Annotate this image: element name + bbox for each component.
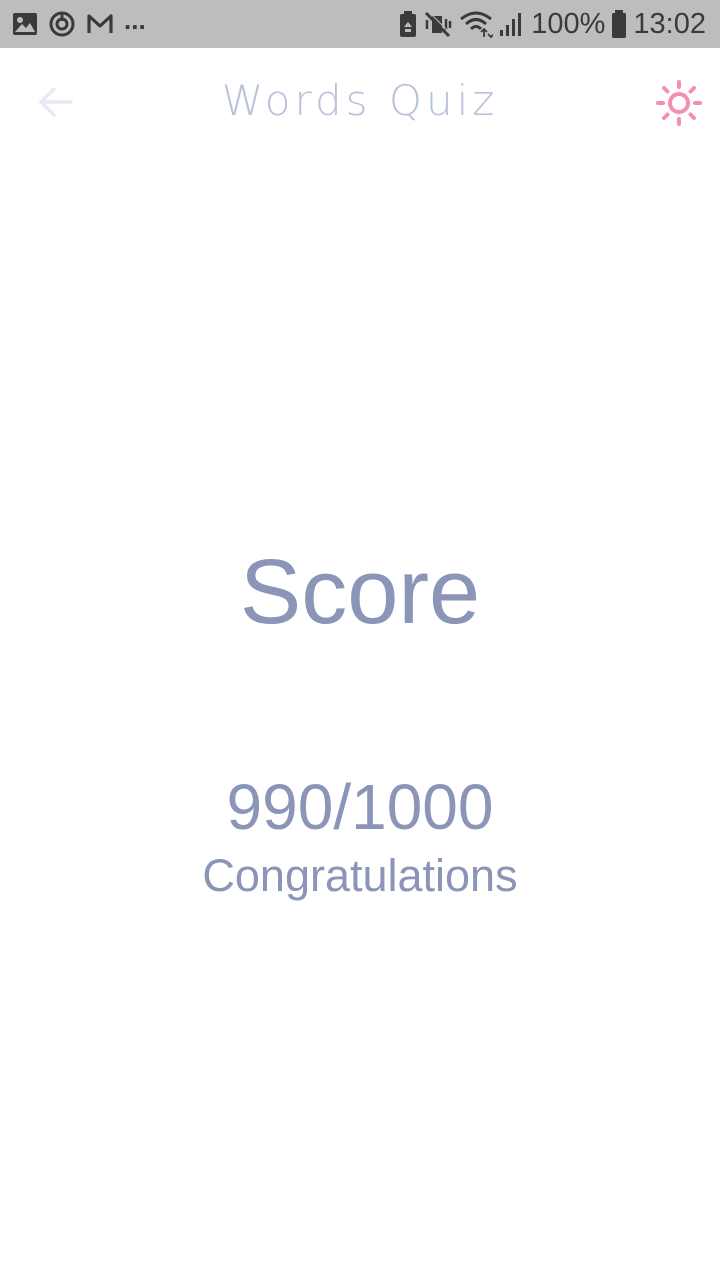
- score-heading: Score: [239, 541, 481, 643]
- mute-icon: [423, 10, 453, 38]
- battery-percent: 100%: [531, 7, 606, 40]
- page-title: Words Quiz: [221, 76, 499, 125]
- clock: 13:02: [633, 7, 706, 40]
- notification-icons: ...: [12, 4, 146, 40]
- score-value: 990/1000: [226, 771, 494, 843]
- signal-icon: [499, 10, 525, 38]
- mail-icon: [86, 12, 114, 36]
- status-bar: ... 100% 13:02: [0, 0, 720, 48]
- recycle-battery-icon: [399, 10, 417, 38]
- sun-icon: [655, 79, 703, 131]
- gallery-icon: [12, 11, 38, 37]
- app-bar: Words Quiz: [0, 48, 720, 158]
- system-icons: 100% 13:02: [399, 6, 706, 42]
- theme-toggle-button[interactable]: [652, 78, 706, 132]
- wifi-icon: [459, 10, 494, 38]
- overflow-indicator: ...: [124, 4, 146, 35]
- sync-icon: [48, 10, 76, 38]
- battery-icon: [611, 9, 627, 39]
- congratulations-message: Congratulations: [202, 850, 518, 901]
